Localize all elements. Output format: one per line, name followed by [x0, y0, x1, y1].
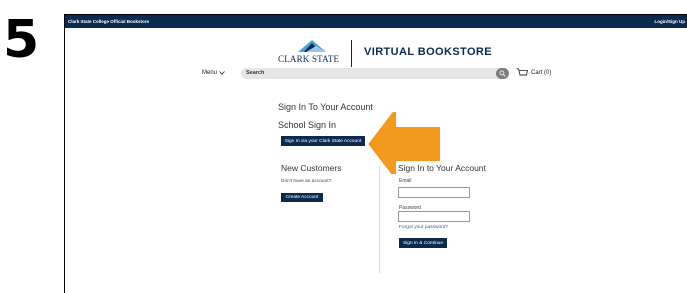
- store-name: Clark State College Official Bookstore: [68, 19, 150, 24]
- search-input[interactable]: Search: [241, 68, 499, 79]
- browser-frame: Clark State College Official Bookstore L…: [64, 14, 687, 293]
- new-customers-heading: New Customers: [281, 163, 342, 173]
- menu-button[interactable]: Menu: [202, 70, 225, 76]
- signin-heading: Sign In To Your Account: [278, 102, 373, 112]
- cart-label: Cart (0): [531, 70, 552, 76]
- chevron-down-icon: [219, 71, 225, 75]
- create-account-button[interactable]: Create Account: [281, 193, 323, 202]
- pointer-arrow-icon: [366, 112, 442, 174]
- store-logo[interactable]: CLARK STATE VIRTUAL BOOKSTORE: [272, 37, 492, 71]
- login-signup-link[interactable]: Login/Sign Up: [655, 19, 686, 24]
- email-field[interactable]: [398, 187, 470, 198]
- step-number: 5: [3, 10, 40, 70]
- search-button[interactable]: [496, 68, 509, 79]
- school-signin-heading: School Sign In: [278, 120, 337, 130]
- no-account-text: Don't have an account?: [281, 179, 332, 184]
- cart-link[interactable]: Cart (0): [516, 68, 551, 78]
- logo-mark-icon: [298, 40, 326, 52]
- school-signin-button[interactable]: Sign In via your Clark State Account: [281, 136, 365, 146]
- section-divider: [379, 166, 380, 273]
- menu-label: Menu: [202, 70, 218, 76]
- search-icon: [499, 70, 506, 77]
- top-bar: Clark State College Official Bookstore L…: [65, 15, 687, 28]
- logo-text: CLARK STATE: [278, 54, 340, 64]
- search-placeholder: Search: [246, 70, 265, 76]
- password-field[interactable]: [398, 211, 470, 222]
- logo-title: VIRTUAL BOOKSTORE: [364, 46, 493, 58]
- email-label: Email: [399, 178, 412, 184]
- cart-icon: [516, 68, 528, 76]
- signin-continue-button[interactable]: Sign In & Continue: [399, 238, 447, 248]
- logo-divider: [351, 40, 352, 67]
- forgot-password-link[interactable]: Forgot your password?: [399, 225, 448, 230]
